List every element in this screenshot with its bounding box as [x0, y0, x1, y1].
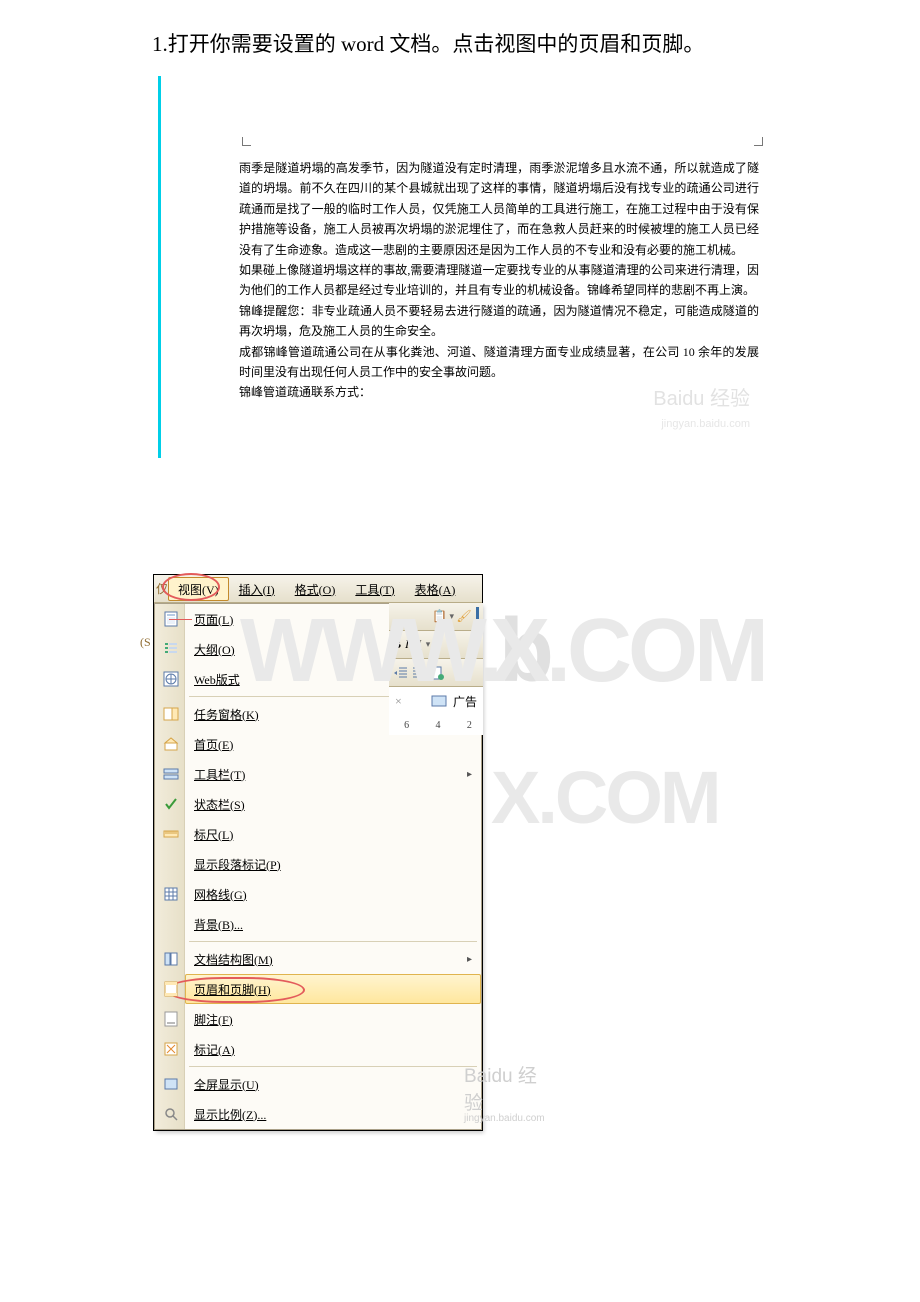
- home-icon: [156, 736, 186, 752]
- document-preview: 雨季是隧道坍塌的高发季节，因为隧道没有定时清理，雨季淤泥增多且水流不通，所以就造…: [158, 76, 768, 458]
- page-layout-label: 页面(L): [194, 613, 233, 627]
- menu-insert[interactable]: 插入(I): [229, 577, 285, 601]
- menu-separator: [189, 1066, 477, 1067]
- ruler-tick: 4: [435, 720, 440, 731]
- para-1: 雨季是隧道坍塌的高发季节，因为隧道没有定时清理，雨季淤泥增多且水流不通，所以就造…: [239, 161, 759, 257]
- italic-button[interactable]: I: [405, 637, 409, 652]
- header-footer-icon: [156, 981, 186, 997]
- home-label: 首页(E): [194, 738, 233, 752]
- outline-icon: [156, 641, 186, 657]
- gridlines-label: 网格线(G): [194, 888, 247, 902]
- fullscreen-label: 全屏显示(U): [194, 1078, 259, 1092]
- background-label: 背景(B)...: [194, 918, 243, 932]
- ruler-tick: 2: [467, 720, 472, 731]
- left-scrap-2: (S: [140, 635, 151, 650]
- menu-item-fullscreen[interactable]: 全屏显示(U): [185, 1069, 481, 1099]
- toolbar-row-4: × 广告: [389, 687, 483, 715]
- dropdown-caret-icon[interactable]: ▾: [449, 611, 454, 622]
- menu-item-ruler[interactable]: 标尺(L): [185, 819, 481, 849]
- menubar-left-scrap: 仅: [154, 580, 168, 597]
- document-new-icon[interactable]: [429, 665, 445, 681]
- para-4: 成都锦峰管道疏通公司在从事化粪池、河道、隧道清理方面专业成绩显著，在公司 10 …: [239, 345, 759, 379]
- header-footer-label: 页眉和页脚(H): [194, 983, 271, 997]
- ruler-icon: [156, 826, 186, 842]
- bold-button[interactable]: B: [393, 637, 401, 652]
- close-icon[interactable]: ×: [395, 694, 402, 709]
- menu-separator: [189, 941, 477, 942]
- web-layout-icon: [156, 671, 186, 687]
- menu-item-markup[interactable]: 标记(A): [185, 1034, 481, 1064]
- markup-label: 标记(A): [194, 1043, 235, 1057]
- menu-table[interactable]: 表格(A): [405, 577, 466, 601]
- view-menu-screenshot: X.COM 仅 视图(V) 插入(I) 格式(O) 工具(T) 表格(A) 页面…: [153, 574, 483, 1131]
- instruction-word: word: [341, 32, 384, 56]
- submenu-arrow-icon: ▸: [467, 769, 480, 780]
- statusbar-label: 状态栏(S): [194, 798, 245, 812]
- dropdown-caret-icon[interactable]: ▾: [426, 639, 431, 650]
- fullscreen-icon: [156, 1076, 186, 1092]
- ruler-label: 标尺(L): [194, 828, 233, 842]
- web-layout-label: Web版式: [194, 673, 240, 687]
- footnote-label: 脚注(F): [194, 1013, 233, 1027]
- ruler-fragment: 6 4 2: [389, 715, 483, 735]
- toolbar-icon: [156, 766, 186, 782]
- page-watermark-docx-2: X.COM: [490, 600, 765, 703]
- zoom-label: 显示比例(Z)...: [194, 1108, 266, 1122]
- document-body-text: 雨季是隧道坍塌的高发季节，因为隧道没有定时清理，雨季淤泥增多且水流不通，所以就造…: [239, 158, 765, 403]
- format-painter-icon[interactable]: 🖌: [456, 609, 472, 625]
- menu-item-header-footer[interactable]: 页眉和页脚(H): [185, 974, 481, 1004]
- grid-icon: [156, 886, 186, 902]
- menu-item-document-map[interactable]: 文档结构图(M) ▸: [185, 944, 481, 974]
- instruction-line: 1.打开你需要设置的 word 文档。点击视图中的页眉和页脚。: [0, 0, 920, 58]
- indent-right-icon[interactable]: [411, 665, 427, 681]
- submenu-arrow-icon: ▸: [467, 954, 480, 965]
- menu-item-zoom[interactable]: 显示比例(Z)...: [185, 1099, 481, 1129]
- indent-left-icon[interactable]: [393, 665, 409, 681]
- footnote-icon: [156, 1011, 186, 1027]
- paste-icon[interactable]: 📋: [431, 609, 447, 625]
- toolbar-row-2: B I U ▾: [389, 631, 483, 659]
- watermark-docx: X.COM: [491, 755, 719, 840]
- page-corner-tr: [754, 137, 763, 146]
- taskpane-icon: [156, 706, 186, 722]
- instruction-prefix: 1.打开你需要设置的: [152, 32, 341, 56]
- zoom-icon: [156, 1106, 186, 1122]
- page-corner-tl: [242, 137, 251, 146]
- menu-format[interactable]: 格式(O): [285, 577, 346, 601]
- watermark-baidu: Baidu 经验: [653, 382, 750, 411]
- toolbar-row-1: 📋 ▾ 🖌: [389, 603, 483, 631]
- menu-item-toolbar[interactable]: 工具栏(T) ▸: [185, 759, 481, 789]
- taskpane-label: 任务窗格(K): [194, 708, 259, 722]
- menubar: 仅 视图(V) 插入(I) 格式(O) 工具(T) 表格(A): [154, 575, 482, 603]
- outline-label: 大纲(O): [194, 643, 235, 657]
- menu-view[interactable]: 视图(V): [168, 577, 229, 601]
- toolbar-fragment: 📋 ▾ 🖌 B I U ▾: [389, 603, 483, 735]
- para-3: 锦峰提醒您：非专业疏通人员不要轻易去进行隧道的疏通，因为隧道情况不稳定，可能造成…: [239, 304, 759, 338]
- instruction-suffix: 文档。点击视图中的页眉和页脚。: [384, 32, 704, 56]
- docmap-label: 文档结构图(M): [194, 953, 273, 967]
- menu-item-gridlines[interactable]: 网格线(G): [185, 879, 481, 909]
- menu-item-footnote[interactable]: 脚注(F): [185, 1004, 481, 1034]
- para-5: 锦峰管道疏通联系方式：: [239, 385, 371, 399]
- document-map-icon: [156, 951, 186, 967]
- watermark-baidu-url: jingyan.baidu.com: [661, 418, 750, 430]
- document-page: 雨季是隧道坍塌的高发季节，因为隧道没有定时清理，雨季淤泥增多且水流不通，所以就造…: [239, 130, 765, 403]
- ad-icon: [431, 693, 447, 709]
- ad-label: 广告: [453, 693, 477, 710]
- menu-tools[interactable]: 工具(T): [345, 577, 404, 601]
- paragraph-mark-label: 显示段落标记(P): [194, 858, 281, 872]
- toolbar-row-3: [389, 659, 483, 687]
- para-2: 如果碰上像隧道坍塌这样的事故,需要清理隧道一定要找专业的从事隧道清理的公司来进行…: [239, 263, 759, 297]
- toolbar-label: 工具栏(T): [194, 768, 245, 782]
- underline-button[interactable]: U: [413, 637, 422, 652]
- menu-item-background[interactable]: 背景(B)...: [185, 909, 481, 939]
- menu-item-statusbar[interactable]: 状态栏(S): [185, 789, 481, 819]
- annotation-arrow-tail: [169, 619, 192, 620]
- check-icon: [156, 796, 186, 812]
- markup-icon: [156, 1041, 186, 1057]
- menu-item-paragraph-marks[interactable]: 显示段落标记(P): [185, 849, 481, 879]
- toolbar-edge: [476, 607, 479, 627]
- ruler-tick: 6: [404, 720, 409, 731]
